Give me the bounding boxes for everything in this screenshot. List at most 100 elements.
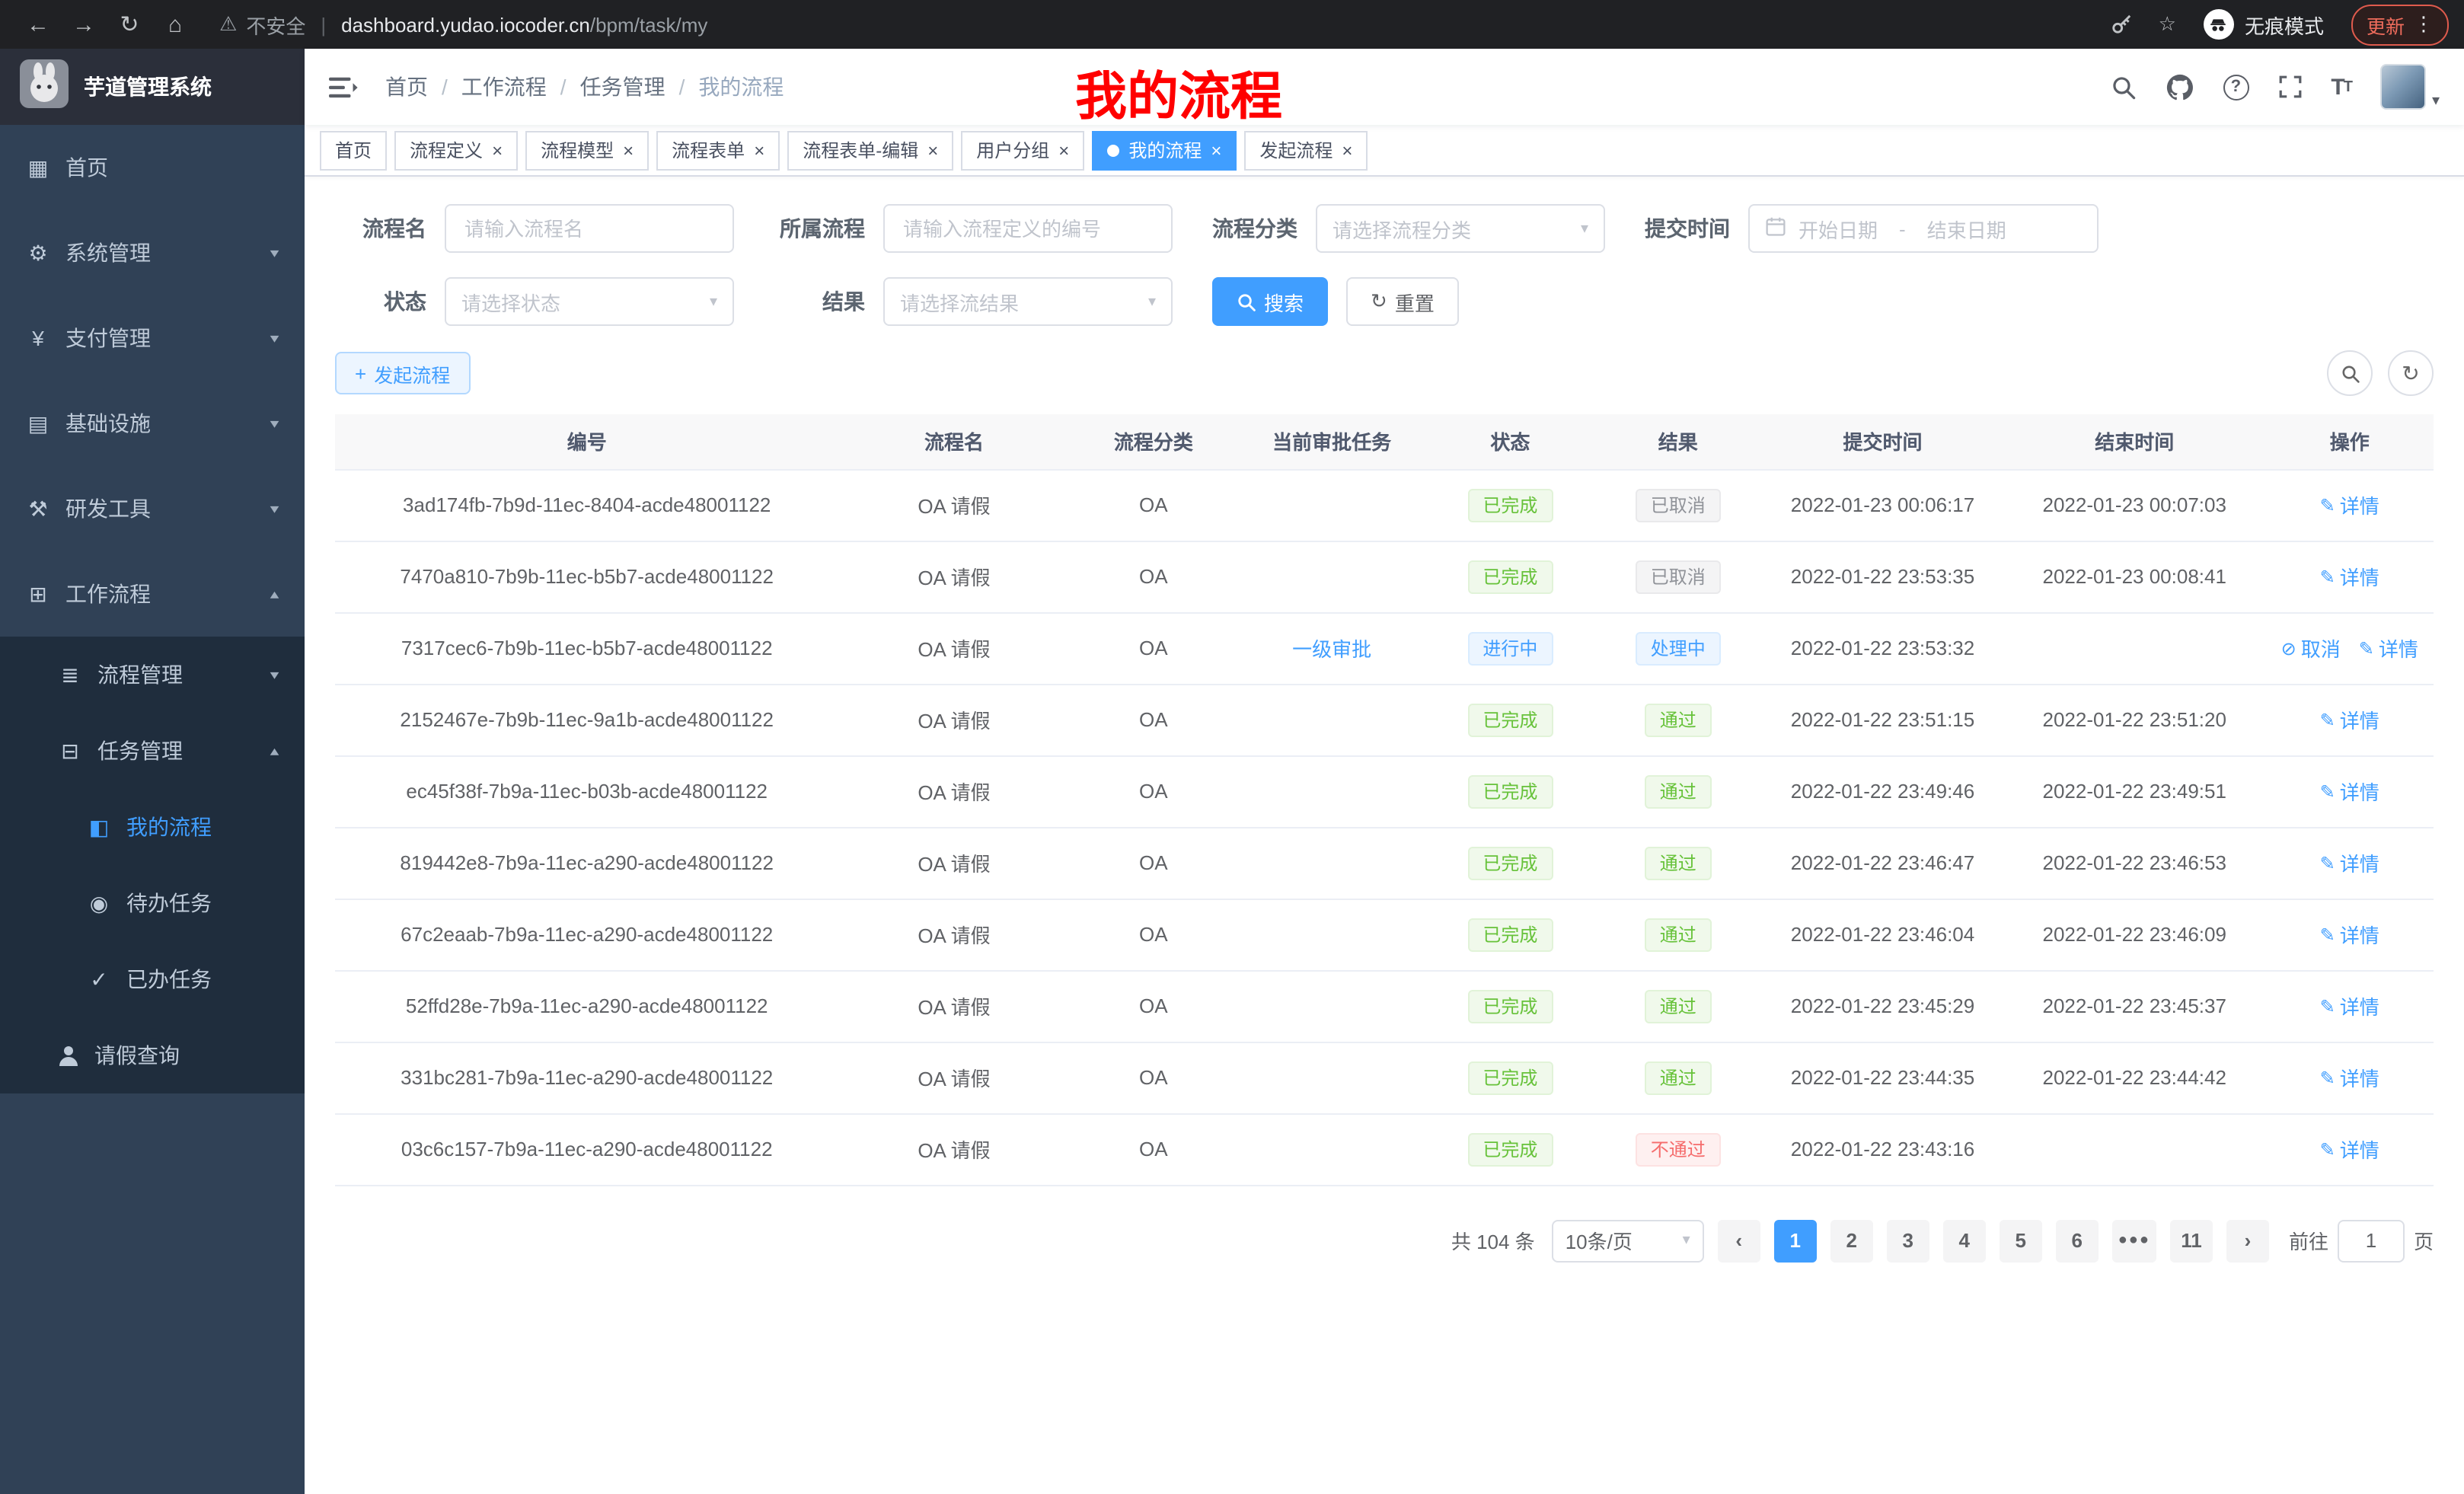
submit-time-range-picker[interactable]: 开始日期 - 结束日期 <box>1748 204 2099 253</box>
page-button[interactable]: 3 <box>1887 1219 1929 1262</box>
process-def-field[interactable] <box>900 215 1156 241</box>
sidebar-item-workflow[interactable]: ⊞工作流程▴ <box>0 551 305 637</box>
detail-action-link[interactable]: ✎详情 <box>2320 1063 2379 1092</box>
tab-my-process[interactable]: 我的流程× <box>1092 130 1237 170</box>
tab-user-group[interactable]: 用户分组× <box>961 130 1084 170</box>
tab-process-model[interactable]: 流程模型× <box>525 130 649 170</box>
submit-time-label: 提交时间 <box>1645 213 1730 244</box>
breadcrumb-item[interactable]: 首页 <box>385 72 428 102</box>
cell-submit-time: 2022-01-22 23:46:04 <box>1762 899 2003 970</box>
tab-process-def[interactable]: 流程定义× <box>394 130 518 170</box>
help-icon[interactable]: ? <box>2223 74 2249 100</box>
pagination: 共 104 条 10条/页 ▾ ‹ 123456●●●11 › 前往 页 <box>335 1219 2434 1262</box>
close-icon[interactable]: × <box>492 141 503 159</box>
bookmark-star-icon[interactable]: ☆ <box>2159 12 2176 37</box>
detail-action-link[interactable]: ✎详情 <box>2320 1135 2379 1164</box>
close-icon[interactable]: × <box>754 141 764 159</box>
chevron-down-icon: ▾ <box>1581 220 1588 237</box>
tab-start-process[interactable]: 发起流程× <box>1244 130 1368 170</box>
sidebar-item-label: 任务管理 <box>97 736 183 766</box>
sidebar-item-process-mgmt[interactable]: ≣流程管理▾ <box>0 637 305 713</box>
current-task-link[interactable]: 一级审批 <box>1292 634 1371 662</box>
chevron-down-icon: ▾ <box>1148 293 1156 310</box>
update-label: 更新 <box>2367 10 2405 39</box>
result-tag: 通过 <box>1645 846 1712 879</box>
sidebar-item-home[interactable]: ▦首页 <box>0 125 305 210</box>
column-header: 提交时间 <box>1762 414 2003 469</box>
refresh-table-button[interactable]: ↻ <box>2388 350 2434 396</box>
status-tag: 已完成 <box>1467 703 1553 736</box>
cancel-action-link[interactable]: ⊘取消 <box>2281 634 2341 662</box>
browser-back-icon[interactable]: ← <box>15 11 61 37</box>
prev-page-button[interactable]: ‹ <box>1718 1219 1760 1262</box>
sidebar-item-done-task[interactable]: ✓已办任务 <box>0 941 305 1017</box>
github-icon[interactable] <box>2165 72 2194 101</box>
detail-action-link[interactable]: ✎详情 <box>2320 705 2379 734</box>
address-bar[interactable]: dashboard.yudao.iocoder.cn/bpm/task/my <box>341 13 707 36</box>
status-tag: 已完成 <box>1467 774 1553 808</box>
font-size-icon[interactable]: TT <box>2331 74 2351 100</box>
detail-action-link[interactable]: ✎详情 <box>2320 777 2379 806</box>
page-button[interactable]: 11 <box>2170 1219 2213 1262</box>
fullscreen-icon[interactable] <box>2277 75 2302 99</box>
detail-action-link[interactable]: ✎详情 <box>2320 848 2379 877</box>
close-icon[interactable]: × <box>1058 141 1069 159</box>
browser-home-icon[interactable]: ⌂ <box>152 11 198 37</box>
close-icon[interactable]: × <box>623 141 634 159</box>
result-select[interactable]: 请选择流结果 ▾ <box>883 277 1173 326</box>
detail-action-link[interactable]: ✎详情 <box>2320 490 2379 519</box>
sidebar-item-my-process[interactable]: ◧我的流程 <box>0 789 305 865</box>
sidebar-item-payment[interactable]: ¥支付管理▾ <box>0 295 305 381</box>
status-select[interactable]: 请选择状态 ▾ <box>445 277 734 326</box>
category-select[interactable]: 请选择流程分类 ▾ <box>1316 204 1605 253</box>
cell-process-name: OA 请假 <box>838 899 1069 970</box>
tab-home[interactable]: 首页 <box>320 130 387 170</box>
browser-update-button[interactable]: 更新 ⋮ <box>2351 4 2449 45</box>
page-button[interactable]: 6 <box>2056 1219 2099 1262</box>
page-button[interactable]: 1 <box>1774 1219 1817 1262</box>
close-icon[interactable]: × <box>1211 141 1221 159</box>
action-label: 详情 <box>2379 634 2418 662</box>
close-icon[interactable]: × <box>1342 141 1352 159</box>
user-menu[interactable]: ▾ <box>2380 64 2440 110</box>
page-size-select[interactable]: 10条/页 ▾ <box>1552 1219 1704 1262</box>
browser-forward-icon[interactable]: → <box>61 11 107 37</box>
detail-action-link[interactable]: ✎详情 <box>2320 562 2379 591</box>
process-name-input[interactable] <box>445 204 734 253</box>
browser-reload-icon[interactable]: ↻ <box>107 11 152 38</box>
sidebar-item-infra[interactable]: ▤基础设施▾ <box>0 381 305 466</box>
tab-label: 流程表单-编辑 <box>803 137 918 163</box>
header-search-icon[interactable] <box>2110 74 2136 100</box>
browser-menu-icon[interactable]: ⋮ <box>2414 12 2434 37</box>
sidebar-item-leave-query[interactable]: 请假查询 <box>0 1017 305 1093</box>
detail-action-link[interactable]: ✎详情 <box>2320 920 2379 949</box>
page-button[interactable]: 2 <box>1830 1219 1873 1262</box>
close-icon[interactable]: × <box>927 141 938 159</box>
goto-page-input[interactable] <box>2338 1219 2405 1262</box>
breadcrumb-item[interactable]: 工作流程 <box>461 72 547 102</box>
toggle-search-button[interactable] <box>2327 350 2373 396</box>
process-def-input[interactable] <box>883 204 1173 253</box>
password-key-icon[interactable] <box>2110 12 2134 37</box>
detail-action-link[interactable]: ✎详情 <box>2320 991 2379 1020</box>
sidebar-item-system[interactable]: ⚙系统管理▾ <box>0 210 305 295</box>
page-button[interactable]: 4 <box>1943 1219 1986 1262</box>
search-button[interactable]: 搜索 <box>1212 277 1328 326</box>
hamburger-icon[interactable] <box>329 72 358 101</box>
tab-process-form-edit[interactable]: 流程表单-编辑 × <box>787 130 953 170</box>
cell-result: 已取消 <box>1594 469 1762 541</box>
process-name-field[interactable] <box>461 215 717 241</box>
sidebar-item-task-mgmt[interactable]: ⊟任务管理▴ <box>0 713 305 789</box>
breadcrumb-item[interactable]: 任务管理 <box>580 72 665 102</box>
reset-button[interactable]: ↻ 重置 <box>1346 277 1459 326</box>
next-page-button[interactable]: › <box>2226 1219 2269 1262</box>
tab-process-form[interactable]: 流程表单× <box>656 130 780 170</box>
more-pages-button[interactable]: ●●● <box>2112 1219 2156 1262</box>
sidebar-item-todo-task[interactable]: ◉待办任务 <box>0 865 305 941</box>
detail-action-link[interactable]: ✎详情 <box>2359 634 2418 662</box>
sidebar-item-devtools[interactable]: ⚒研发工具▾ <box>0 466 305 551</box>
page-button[interactable]: 5 <box>2000 1219 2042 1262</box>
start-process-button[interactable]: + 发起流程 <box>335 352 470 394</box>
site-security[interactable]: ⚠ 不安全 <box>219 10 305 39</box>
cell-actions: ✎详情 <box>2265 469 2434 541</box>
